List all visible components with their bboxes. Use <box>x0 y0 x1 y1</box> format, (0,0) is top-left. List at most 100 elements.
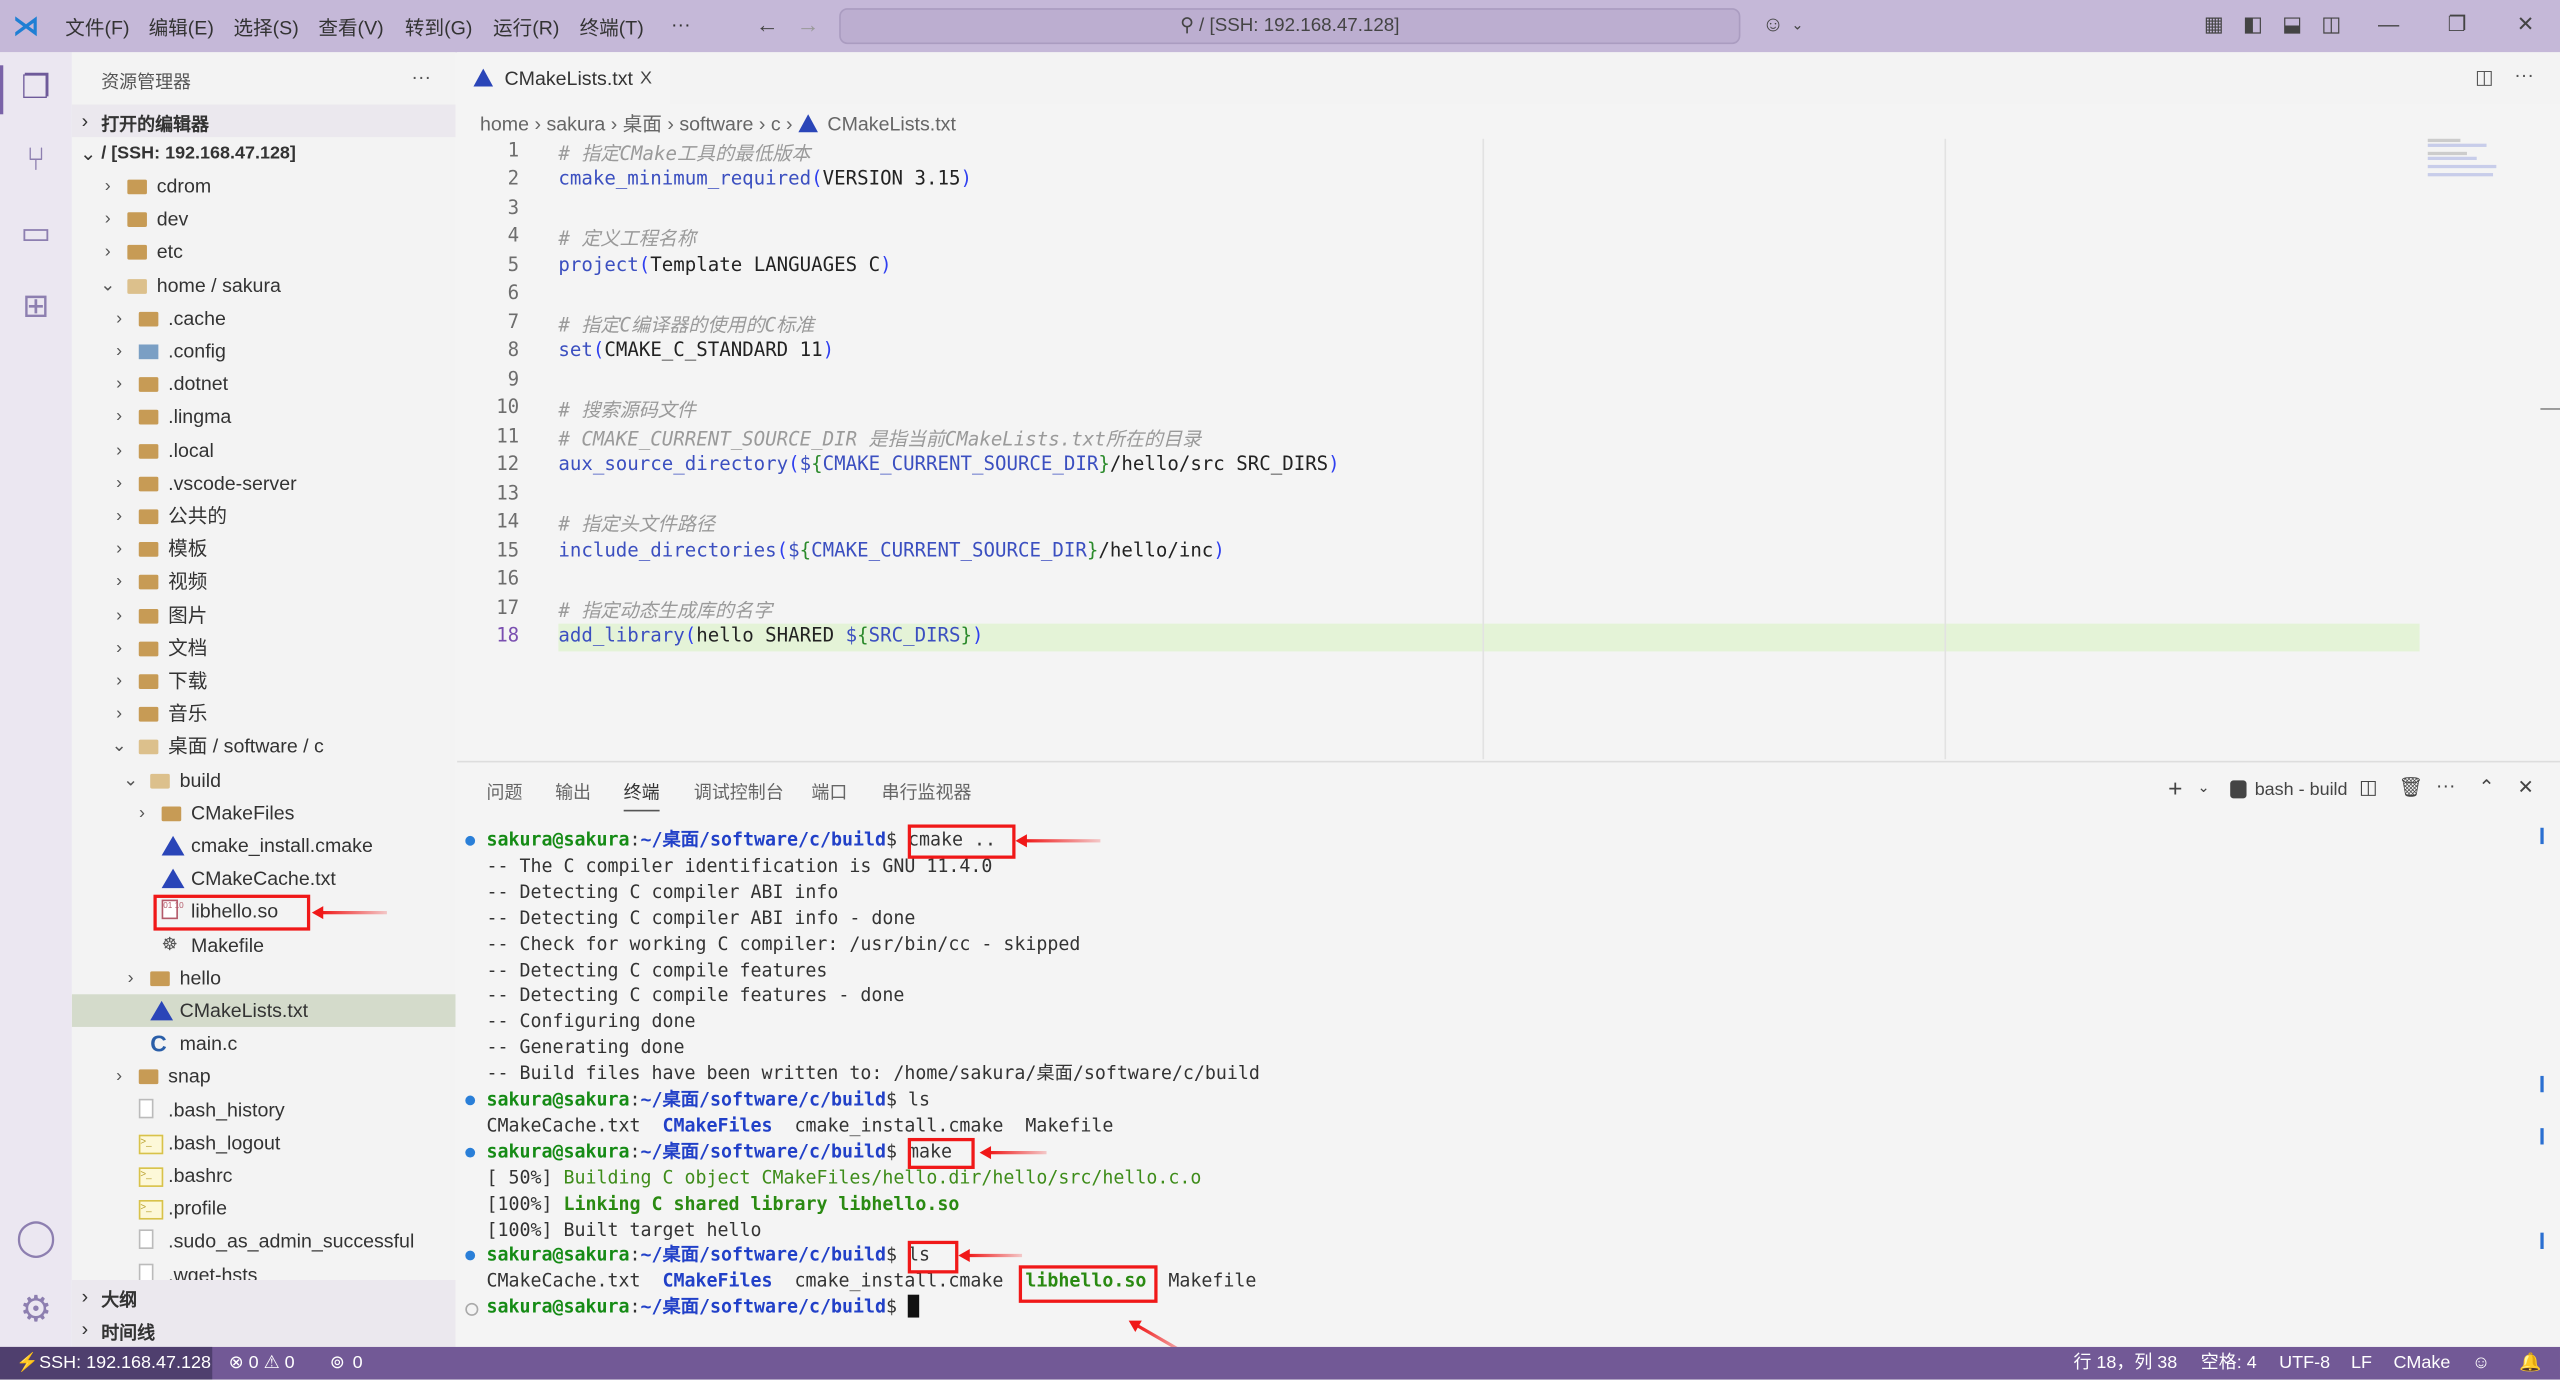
tree-item[interactable]: ☸ Makefile <box>72 928 456 961</box>
tree-item[interactable]: CMakeLists.txt <box>71 994 456 1027</box>
breadcrumb-item[interactable]: CMakeLists.txt <box>827 113 955 136</box>
tree-item[interactable]: › .config <box>72 335 456 368</box>
tree-item[interactable]: .bash_history <box>72 1093 456 1126</box>
extensions-icon[interactable]: ⊞ <box>13 284 59 330</box>
outline-section[interactable]: › 大纲 <box>72 1280 456 1313</box>
toggle-secondary-sidebar-icon[interactable]: ◫ <box>2318 11 2344 37</box>
code-line[interactable]: set(CMAKE_C_STANDARD 11) <box>558 338 834 361</box>
split-editor-icon[interactable]: ◫ <box>2475 65 2494 88</box>
code-line[interactable]: # 指定动态生成库的名字 <box>558 595 772 623</box>
new-terminal-plus-icon[interactable]: + <box>2168 776 2182 804</box>
remote-explorer-icon[interactable]: ▭ <box>13 211 59 257</box>
indentation[interactable]: 空格: 4 <box>2201 1347 2257 1380</box>
tree-item[interactable]: › 公共的 <box>72 500 456 533</box>
tree-item[interactable]: .sudo_as_admin_successful <box>72 1225 456 1258</box>
menu-item[interactable]: 文件(F) <box>65 13 129 41</box>
panel-tab[interactable]: 输出 <box>555 779 591 805</box>
tree-item[interactable]: › .dotnet <box>72 368 456 401</box>
tree-item[interactable]: › 音乐 <box>72 697 456 730</box>
tree-item[interactable]: >_ .bash_logout <box>72 1126 456 1159</box>
end-of-line[interactable]: LF <box>2351 1347 2372 1380</box>
toggle-panel-icon[interactable]: ⬓ <box>2279 11 2305 37</box>
copilot-icon[interactable]: ☺ <box>1760 11 1786 37</box>
tree-item[interactable]: › hello <box>72 961 456 994</box>
explorer-more-button[interactable]: ··· <box>411 65 431 88</box>
code-line[interactable]: # 指定头文件路径 <box>558 510 715 538</box>
toggle-sidebar-icon[interactable]: ◧ <box>2240 11 2266 37</box>
breadcrumb-item[interactable]: 桌面 <box>623 113 662 136</box>
terminal-profile-chevron-icon[interactable]: ⌄ <box>2198 779 2210 797</box>
account-icon[interactable]: ◯ <box>13 1215 59 1261</box>
close-window-icon[interactable]: ✕ <box>2513 11 2539 37</box>
terminal-name[interactable]: bash - build <box>2255 780 2348 800</box>
command-center-search[interactable]: ⚲ / [SSH: 192.168.47.128] <box>839 8 1741 45</box>
source-control-icon[interactable]: ⑂ <box>13 137 59 183</box>
cursor-position[interactable]: 行 18，列 38 <box>2073 1347 2177 1380</box>
tree-item[interactable]: CMakeCache.txt <box>72 862 456 895</box>
tree-item[interactable]: › cdrom <box>72 170 456 203</box>
forward-arrow-icon[interactable]: → <box>797 11 820 37</box>
minimize-icon[interactable]: — <box>2376 11 2402 37</box>
tree-item[interactable]: › etc <box>72 236 456 269</box>
code-line[interactable]: include_directories(${CMAKE_CURRENT_SOUR… <box>558 538 1224 561</box>
code-line[interactable]: # 定义工程名称 <box>558 224 695 252</box>
panel-tab[interactable]: 终端 <box>623 779 660 812</box>
menu-item[interactable]: 运行(R) <box>493 13 559 41</box>
remote-indicator[interactable]: ⚡ SSH: 192.168.47.128 <box>0 1346 213 1380</box>
panel-tab[interactable]: 端口 <box>811 779 847 805</box>
panel-tab[interactable]: 调试控制台 <box>694 779 784 805</box>
close-panel-icon[interactable]: ✕ <box>2518 776 2534 799</box>
notifications-bell-icon[interactable]: 🔔 <box>2519 1347 2541 1380</box>
tree-item[interactable]: › .vscode-server <box>72 467 456 500</box>
trash-icon[interactable]: 🗑 <box>2398 776 2423 799</box>
customize-layout-icon[interactable]: ▦ <box>2201 11 2227 37</box>
tree-item[interactable]: ⌄ home / sakura <box>72 269 456 302</box>
code-line[interactable]: cmake_minimum_required(VERSION 3.15) <box>558 167 972 190</box>
tree-item[interactable]: › dev <box>72 203 456 236</box>
breadcrumb-item[interactable]: c <box>771 113 781 136</box>
code-line[interactable]: # 指定CMake工具的最低版本 <box>558 139 810 167</box>
menu-item[interactable]: 转到(G) <box>405 13 472 41</box>
code-line[interactable]: # 指定C编译器的使用的C标准 <box>558 310 814 338</box>
tree-item[interactable]: >_ .profile <box>72 1192 456 1225</box>
panel-tab[interactable]: 串行监视器 <box>882 779 972 805</box>
open-editors-section[interactable]: › 打开的编辑器 <box>71 104 456 138</box>
breadcrumb-item[interactable]: software <box>679 113 753 136</box>
tree-item[interactable]: › 模板 <box>72 533 456 566</box>
problems-indicator[interactable]: ⊗ 0 ⚠ 0 <box>229 1347 295 1380</box>
tree-item[interactable]: › .lingma <box>72 401 456 434</box>
tree-item[interactable]: › snap <box>72 1060 456 1093</box>
tree-item[interactable]: .wget-hsts <box>72 1258 456 1280</box>
tab-close-button[interactable]: X <box>640 52 652 104</box>
minimap[interactable] <box>2427 137 2500 179</box>
code-line[interactable]: aux_source_directory(${CMAKE_CURRENT_SOU… <box>558 452 1339 475</box>
settings-gear-icon[interactable]: ⚙ <box>13 1287 59 1333</box>
tree-item[interactable]: ⌄ 桌面 / software / c <box>72 730 456 763</box>
explorer-icon[interactable]: ❐ <box>13 65 59 111</box>
copilot-status-icon[interactable]: ☺ <box>2472 1347 2490 1380</box>
tree-item[interactable]: Cmain.c <box>72 1027 456 1060</box>
tree-item[interactable]: >_ .bashrc <box>72 1159 456 1192</box>
code-line[interactable]: # CMAKE_CURRENT_SOURCE_DIR 是指当前CMakeList… <box>558 424 1201 452</box>
menu-item[interactable]: ··· <box>671 13 691 36</box>
ports-count[interactable]: 0 <box>353 1347 363 1380</box>
tree-item[interactable]: ⌄ build <box>72 763 456 796</box>
menu-item[interactable]: 终端(T) <box>580 13 644 41</box>
tree-item[interactable]: › 下载 <box>72 664 456 697</box>
tree-item[interactable]: › CMakeFiles <box>72 796 456 829</box>
timeline-section[interactable]: › 时间线 <box>72 1313 456 1346</box>
back-arrow-icon[interactable]: ← <box>756 11 779 37</box>
restore-icon[interactable]: ❐ <box>2444 11 2470 37</box>
panel-tab[interactable]: 问题 <box>487 779 523 805</box>
panel-more-icon[interactable]: ··· <box>2436 774 2456 797</box>
tree-item[interactable]: › 视频 <box>72 566 456 599</box>
code-line[interactable]: add_library(hello SHARED ${SRC_DIRS}) <box>558 624 983 647</box>
menu-item[interactable]: 选择(S) <box>233 13 298 41</box>
code-line[interactable]: project(Template LANGUAGES C) <box>558 253 891 276</box>
tree-item[interactable]: › .cache <box>72 302 456 335</box>
tab-cmakelists[interactable]: CMakeLists.txt X <box>457 52 670 105</box>
workspace-root[interactable]: ⌄ / [SSH: 192.168.47.128] <box>72 137 456 170</box>
menu-item[interactable]: 编辑(E) <box>149 13 214 41</box>
tree-item[interactable]: › 文档 <box>72 632 456 665</box>
breadcrumb-item[interactable]: home <box>480 113 529 136</box>
